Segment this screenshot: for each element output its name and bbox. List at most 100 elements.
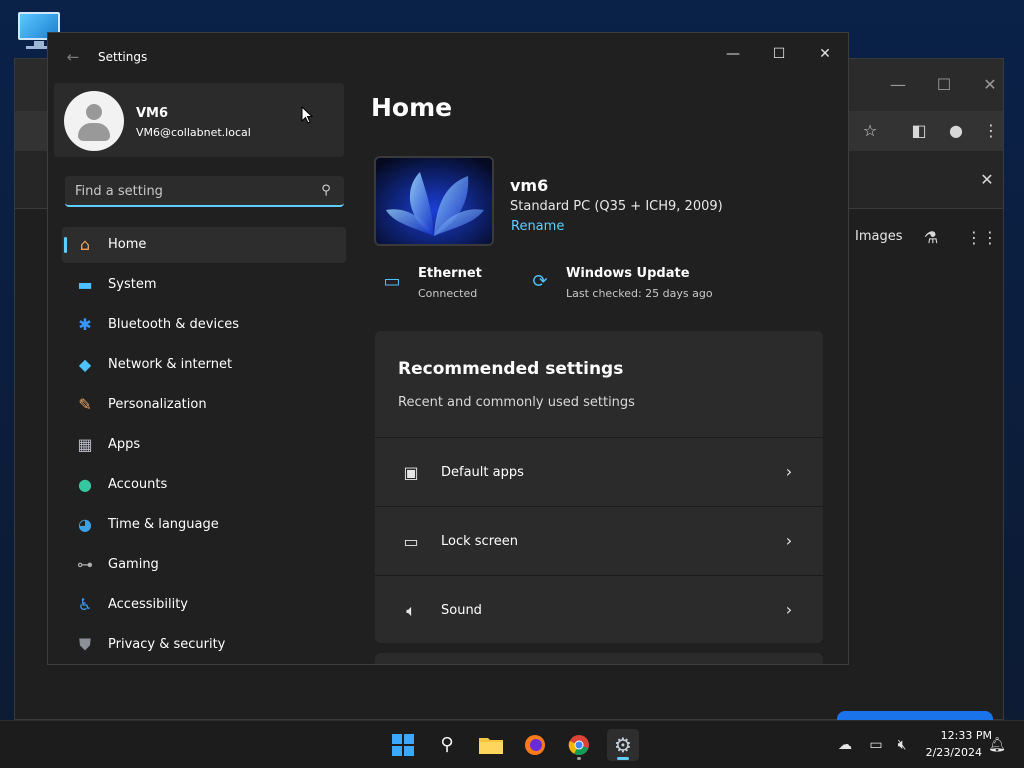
windows-update-status[interactable]: ⟳ Windows Update Last checked: 25 days a… bbox=[528, 266, 728, 306]
back-arrow-icon[interactable]: ← bbox=[62, 47, 84, 67]
accessibility-icon: ♿ bbox=[77, 595, 93, 614]
brush-icon: ✎ bbox=[78, 395, 92, 414]
sidebar-item-label: Home bbox=[108, 237, 147, 252]
sidebar-item-privacy[interactable]: ⛊ Privacy & security bbox=[62, 627, 346, 663]
browser-minimize-button[interactable]: — bbox=[883, 73, 913, 97]
clock-time[interactable]: 12:33 PM bbox=[922, 729, 992, 742]
settings-taskbar-button[interactable]: ⚙ bbox=[607, 729, 639, 761]
volume-muted-icon[interactable]: 🔇︎ bbox=[892, 735, 912, 755]
close-search-icon[interactable]: ✕ bbox=[974, 167, 1000, 193]
sidebar-item-label: Bluetooth & devices bbox=[108, 317, 239, 332]
cloud-offline-icon[interactable]: ☁ bbox=[835, 735, 855, 755]
page-title: Home bbox=[371, 93, 453, 122]
clock-date[interactable]: 2/23/2024 bbox=[912, 746, 982, 759]
recommended-item-default-apps[interactable]: ▣ Default apps › bbox=[375, 437, 823, 505]
profile-icon[interactable]: ● bbox=[943, 118, 969, 144]
speaker-icon: 🔈︎ bbox=[406, 601, 416, 620]
bluetooth-icon: ✱ bbox=[78, 315, 92, 334]
firefox-icon bbox=[525, 735, 545, 755]
system-icon: ▬ bbox=[77, 275, 93, 294]
user-name: VM6 bbox=[136, 106, 169, 121]
running-indicator bbox=[577, 757, 581, 760]
search-icon: ⚲ bbox=[440, 734, 454, 755]
sidebar-item-apps[interactable]: ▦ Apps bbox=[62, 427, 346, 463]
settings-window: ← Settings — ☐ ✕ VM6 VM6@collabnet.local… bbox=[47, 32, 849, 665]
network-icon[interactable]: ▭ bbox=[866, 735, 886, 755]
recommended-item-label: Lock screen bbox=[441, 534, 518, 549]
chevron-right-icon: › bbox=[785, 462, 793, 481]
sidebar-item-label: Time & language bbox=[108, 517, 219, 532]
sidebar-item-label: Gaming bbox=[108, 557, 159, 572]
close-button[interactable]: ✕ bbox=[802, 39, 848, 69]
taskbar: ⚲ ⚙ ☁ ▭ 🔇︎ 12:33 PM 2/23/2024 🔔︎ bbox=[0, 720, 1024, 768]
sidebar-item-label: Personalization bbox=[108, 397, 207, 412]
windows-logo-icon bbox=[392, 734, 414, 756]
settings-titlebar: ← Settings — ☐ ✕ bbox=[48, 33, 848, 81]
recommended-item-lock-screen[interactable]: ▭ Lock screen › bbox=[375, 506, 823, 574]
search-icon[interactable]: ⚲ bbox=[318, 182, 334, 200]
sidebar-item-label: Network & internet bbox=[108, 357, 233, 372]
apps-icon: ▦ bbox=[77, 435, 93, 454]
active-indicator bbox=[64, 237, 67, 253]
sidebar-item-label: System bbox=[108, 277, 157, 292]
browser-menu-icon[interactable]: ⋮ bbox=[978, 118, 1004, 144]
sidebar-item-gaming[interactable]: ⊶ Gaming bbox=[62, 547, 346, 583]
search-box[interactable]: ⚲ bbox=[65, 176, 344, 207]
ethernet-title: Ethernet bbox=[418, 266, 482, 281]
sidebar-item-accounts[interactable]: ● Accounts bbox=[62, 467, 346, 503]
default-apps-icon: ▣ bbox=[403, 463, 419, 482]
device-name: vm6 bbox=[510, 176, 549, 195]
minimize-button[interactable]: — bbox=[710, 39, 756, 69]
globe-clock-icon: ◕ bbox=[78, 515, 92, 534]
labs-flask-icon[interactable]: ⚗ bbox=[918, 225, 944, 251]
windows-update-title: Windows Update bbox=[566, 266, 690, 281]
browser-close-button[interactable]: ✕ bbox=[975, 73, 1005, 97]
home-icon: ⌂ bbox=[79, 235, 91, 254]
ethernet-status[interactable]: ▭ Ethernet Connected bbox=[380, 266, 520, 306]
browser-maximize-button[interactable]: ☐ bbox=[929, 73, 959, 97]
bookmark-star-icon[interactable]: ☆ bbox=[857, 118, 883, 144]
sidebar-item-label: Accessibility bbox=[108, 597, 188, 612]
gear-icon: ⚙ bbox=[614, 733, 632, 757]
avatar bbox=[64, 91, 124, 151]
active-app-indicator bbox=[617, 757, 629, 760]
sidebar-item-accessibility[interactable]: ♿ Accessibility bbox=[62, 587, 346, 623]
app-title: Settings bbox=[98, 50, 148, 64]
sidebar-item-label: Privacy & security bbox=[108, 637, 226, 652]
maximize-button[interactable]: ☐ bbox=[756, 39, 802, 69]
images-link[interactable]: Images bbox=[855, 229, 903, 244]
start-button[interactable] bbox=[387, 729, 419, 761]
file-explorer-button[interactable] bbox=[475, 729, 507, 761]
shield-icon: ⛊ bbox=[78, 635, 91, 654]
chrome-button[interactable] bbox=[563, 729, 595, 761]
recommended-item-sound[interactable]: 🔈︎ Sound › bbox=[375, 575, 823, 643]
sidebar-item-bluetooth[interactable]: ✱ Bluetooth & devices bbox=[62, 307, 346, 343]
user-email: VM6@collabnet.local bbox=[136, 126, 251, 139]
folder-icon bbox=[479, 738, 503, 754]
windows-bloom-wallpaper-icon bbox=[376, 158, 492, 244]
gamepad-icon: ⊶ bbox=[77, 555, 93, 574]
side-panel-icon[interactable]: ◧ bbox=[906, 118, 932, 144]
recommended-item-label: Default apps bbox=[441, 465, 524, 480]
sidebar-nav: ⌂ Home ▬ System ✱ Bluetooth & devices ◆ … bbox=[62, 227, 346, 664]
chevron-right-icon: › bbox=[785, 600, 793, 619]
sidebar-item-time-language[interactable]: ◕ Time & language bbox=[62, 507, 346, 543]
windows-update-status-text: Last checked: 25 days ago bbox=[566, 287, 713, 300]
sidebar-item-label: Accounts bbox=[108, 477, 168, 492]
sidebar-item-network[interactable]: ◆ Network & internet bbox=[62, 347, 346, 383]
recommended-title: Recommended settings bbox=[398, 359, 624, 379]
sidebar-item-home[interactable]: ⌂ Home bbox=[62, 227, 346, 263]
ethernet-status-text: Connected bbox=[418, 287, 478, 300]
ethernet-monitor-icon: ▭ bbox=[383, 271, 401, 292]
wifi-icon: ◆ bbox=[78, 355, 92, 374]
recommended-item-label: Sound bbox=[441, 603, 482, 618]
recommended-subtitle: Recent and commonly used settings bbox=[398, 395, 635, 410]
sidebar-item-system[interactable]: ▬ System bbox=[62, 267, 346, 303]
notification-bell-icon[interactable]: 🔔︎ bbox=[987, 735, 1007, 755]
firefox-button[interactable] bbox=[519, 729, 551, 761]
search-taskbar-button[interactable]: ⚲ bbox=[431, 729, 463, 761]
rename-link[interactable]: Rename bbox=[511, 219, 564, 234]
search-input[interactable] bbox=[75, 182, 305, 200]
sidebar-item-personalization[interactable]: ✎ Personalization bbox=[62, 387, 346, 423]
apps-grid-icon[interactable]: ⋮⋮ bbox=[966, 225, 998, 251]
